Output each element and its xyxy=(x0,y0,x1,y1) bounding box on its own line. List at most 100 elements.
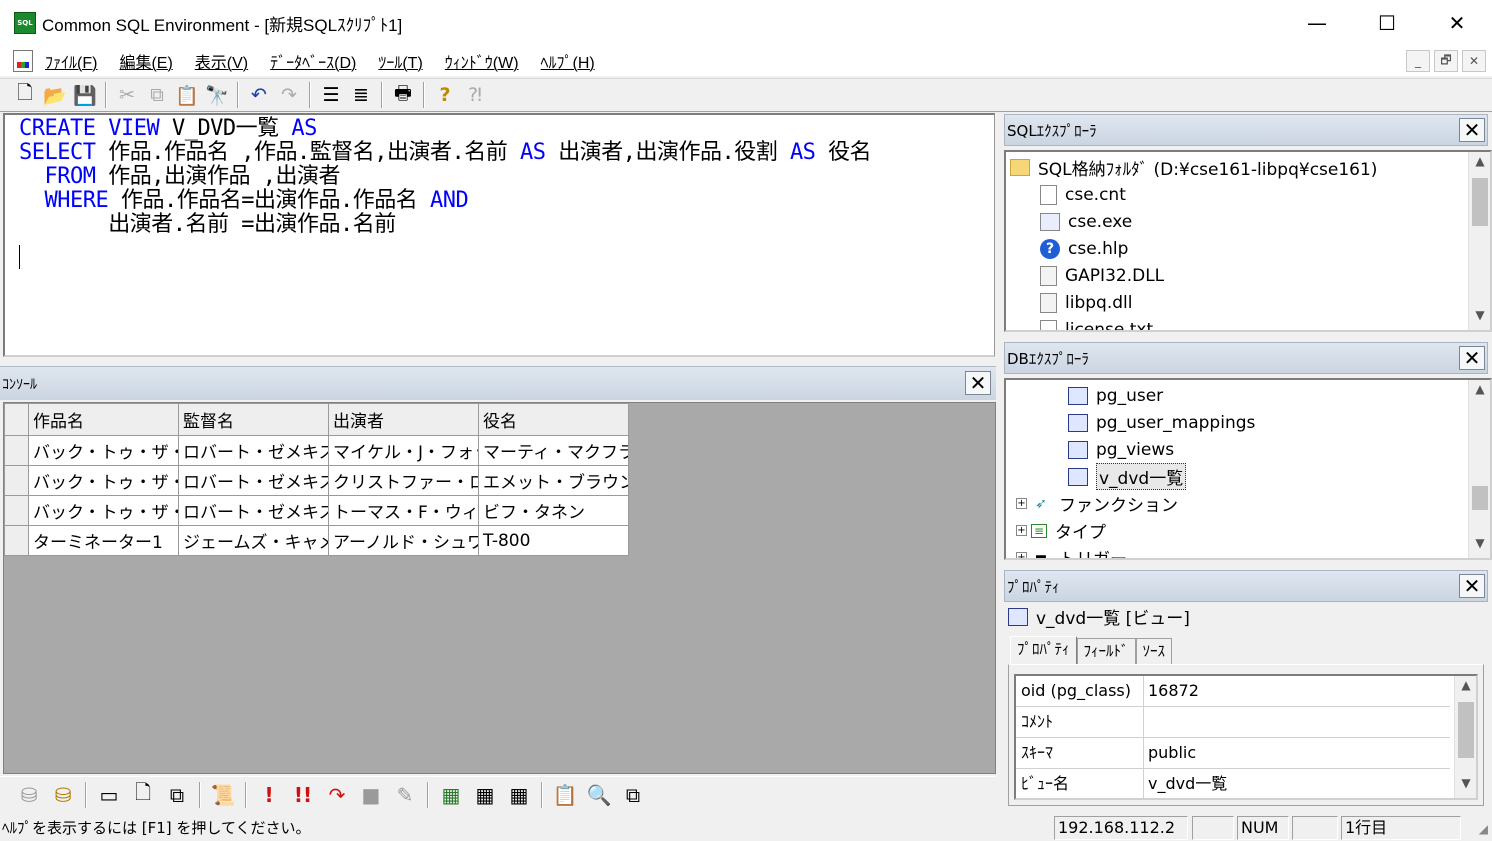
tree-node-view[interactable]: pg_views xyxy=(1068,436,1174,463)
property-value[interactable]: 16872 xyxy=(1144,676,1199,706)
menu-edit[interactable]: 編集(E) xyxy=(119,49,172,73)
grid-cell[interactable]: トーマス・F・ウィルソン xyxy=(328,495,479,526)
results-grid[interactable]: 作品名 監督名 出演者 役名 バック・トゥ・ザ・フュー ロバート・ゼメキス マイ… xyxy=(4,403,629,556)
grid-cell[interactable]: マーティ・マクフライ xyxy=(478,435,629,466)
find-icon[interactable]: 🔭 xyxy=(202,81,232,109)
row-header[interactable] xyxy=(4,435,29,466)
sql-explorer-scrollbar[interactable]: ▲ ▼ xyxy=(1468,152,1490,330)
menu-database[interactable]: ﾃﾞｰﾀﾍﾞｰｽ(D) xyxy=(270,49,356,73)
window-icon[interactable]: ▭ xyxy=(92,780,126,810)
minimize-button[interactable]: — xyxy=(1282,0,1352,46)
scroll-thumb[interactable] xyxy=(1458,702,1474,758)
table-icon[interactable]: ▦ xyxy=(468,780,502,810)
menu-window[interactable]: ｳｨﾝﾄﾞｳ(W) xyxy=(445,49,519,73)
indent-icon[interactable]: ☰ xyxy=(316,81,346,109)
sql-editor[interactable]: CREATE VIEW V_DVD一覧 AS SELECT 作品.作品名 ,作品.… xyxy=(3,113,995,357)
db-explorer-scrollbar[interactable]: ▲ ▼ xyxy=(1468,380,1490,558)
grid-cell[interactable]: クリストファー・ロイド xyxy=(328,465,479,496)
stop-icon[interactable]: ■ xyxy=(354,780,388,810)
execute-all-icon[interactable]: !! xyxy=(286,780,320,810)
expand-icon[interactable]: + xyxy=(1016,552,1027,558)
tree-node-group[interactable]: + ▬ トリガー xyxy=(1016,544,1127,558)
paste-icon[interactable]: 📋 xyxy=(172,81,202,109)
tab-properties[interactable]: ﾌﾟﾛﾊﾟﾃｨ xyxy=(1010,636,1077,664)
copy-icon[interactable]: ⧉ xyxy=(616,780,650,810)
cut-icon[interactable]: ✂ xyxy=(112,81,142,109)
db-explorer-close-icon[interactable]: ✕ xyxy=(1459,346,1485,370)
clipboard-icon[interactable]: 📋 xyxy=(548,780,582,810)
tab-source[interactable]: ｿｰｽ xyxy=(1135,638,1173,664)
tree-node-file[interactable]: cse.exe xyxy=(1040,208,1132,235)
disconnect-icon[interactable]: ⛁ xyxy=(46,780,80,810)
open-folder-icon[interactable]: 📂 xyxy=(40,81,70,109)
context-help-icon[interactable]: ⁈ xyxy=(460,81,490,109)
scroll-down-icon[interactable]: ▼ xyxy=(1469,308,1490,328)
console-close-icon[interactable]: ✕ xyxy=(965,371,991,395)
tree-node-file[interactable]: ? cse.hlp xyxy=(1040,235,1128,262)
resize-grip-icon[interactable]: ◢ xyxy=(1479,822,1488,836)
tree-node-file[interactable]: cse.cnt xyxy=(1040,181,1126,208)
menu-tools[interactable]: ﾂｰﾙ(T) xyxy=(378,49,422,73)
scroll-thumb[interactable] xyxy=(1472,486,1488,510)
scroll-thumb[interactable] xyxy=(1472,178,1488,226)
db-explorer-tree[interactable]: pg_user pg_user_mappings pg_views v_dvd一… xyxy=(1004,378,1492,560)
property-value[interactable] xyxy=(1144,707,1148,737)
column-header[interactable]: 役名 xyxy=(478,403,629,436)
scroll-down-icon[interactable]: ▼ xyxy=(1469,536,1490,556)
tree-node-file[interactable]: GAPI32.DLL xyxy=(1040,262,1164,289)
property-row[interactable]: ﾋﾞｭｰ名 v_dvd一覧 xyxy=(1016,769,1450,798)
grid-cell[interactable]: バック・トゥ・ザ・フュー xyxy=(28,465,179,496)
execute-icon[interactable]: ! xyxy=(252,780,286,810)
step-over-icon[interactable]: ↷ xyxy=(320,780,354,810)
tree-node-view[interactable]: pg_user_mappings xyxy=(1068,409,1255,436)
grid-cell[interactable]: ビフ・タネン xyxy=(478,495,629,526)
expand-icon[interactable]: + xyxy=(1016,498,1027,509)
connect-icon[interactable]: ⛁ xyxy=(12,780,46,810)
properties-scrollbar[interactable]: ▲ ▼ xyxy=(1454,676,1476,798)
scroll-up-icon[interactable]: ▲ xyxy=(1469,382,1490,402)
grid-corner[interactable] xyxy=(4,403,29,436)
tree-node-file[interactable]: libpq.dll xyxy=(1040,289,1132,316)
tree-node-view-selected[interactable]: v_dvd一覧 xyxy=(1068,463,1187,490)
grid-cell[interactable]: ロバート・ゼメキス xyxy=(178,435,329,466)
tree-node-group[interactable]: + ➶ ファンクション xyxy=(1016,490,1178,517)
close-button[interactable]: ✕ xyxy=(1422,0,1492,46)
script-icon[interactable]: 📜 xyxy=(206,780,240,810)
grid-cell[interactable]: ターミネーター1 xyxy=(28,525,179,556)
redo-icon[interactable]: ↷ xyxy=(274,81,304,109)
table-add-icon[interactable]: ▦ xyxy=(434,780,468,810)
row-header[interactable] xyxy=(4,525,29,556)
grid-cell[interactable]: ジェームズ・キャメロン xyxy=(178,525,329,556)
grid-cell[interactable]: T-800 xyxy=(478,525,629,556)
tree-node-root[interactable]: SQL格納ﾌｫﾙﾀﾞ (D:¥cse161-libpq¥cse161) xyxy=(1010,154,1377,181)
mdi-restore-button[interactable]: 🗗 xyxy=(1434,50,1458,72)
tree-node-group[interactable]: + ≡ タイプ xyxy=(1016,517,1106,544)
property-row[interactable]: ｺﾒﾝﾄ xyxy=(1016,707,1450,738)
tree-node-view[interactable]: pg_user xyxy=(1068,382,1163,409)
search-icon[interactable]: 🔍 xyxy=(582,780,616,810)
column-header[interactable]: 監督名 xyxy=(178,403,329,436)
expand-icon[interactable]: + xyxy=(1016,525,1027,536)
document-icon[interactable] xyxy=(13,50,33,72)
properties-close-icon[interactable]: ✕ xyxy=(1459,574,1485,598)
table-edit-icon[interactable]: ▦ xyxy=(502,780,536,810)
menu-help[interactable]: ﾍﾙﾌﾟ(H) xyxy=(541,49,595,73)
properties-grid[interactable]: oid (pg_class) 16872 ｺﾒﾝﾄ ｽｷｰﾏ public ﾋﾞ… xyxy=(1014,674,1478,800)
grid-cell[interactable]: アーノルド・シュワルツ xyxy=(328,525,479,556)
grid-cell[interactable]: マイケル・J・フォックス xyxy=(328,435,479,466)
property-value[interactable]: public xyxy=(1144,738,1196,768)
tree-node-file[interactable]: license.txt xyxy=(1040,316,1153,330)
property-value[interactable]: v_dvd一覧 xyxy=(1144,769,1227,798)
property-row[interactable]: oid (pg_class) 16872 xyxy=(1016,676,1450,707)
column-header[interactable]: 作品名 xyxy=(28,403,179,436)
grid-cell[interactable]: ロバート・ゼメキス xyxy=(178,465,329,496)
new-script-icon[interactable]: 🗋 xyxy=(126,780,160,810)
mdi-minimize-button[interactable]: _ xyxy=(1406,50,1430,72)
outdent-icon[interactable]: ≣ xyxy=(346,81,376,109)
scroll-down-icon[interactable]: ▼ xyxy=(1455,776,1476,796)
menu-view[interactable]: 表示(V) xyxy=(195,49,248,73)
undo-icon[interactable]: ↶ xyxy=(244,81,274,109)
scroll-up-icon[interactable]: ▲ xyxy=(1455,678,1476,698)
row-header[interactable] xyxy=(4,465,29,496)
scroll-up-icon[interactable]: ▲ xyxy=(1469,154,1490,174)
